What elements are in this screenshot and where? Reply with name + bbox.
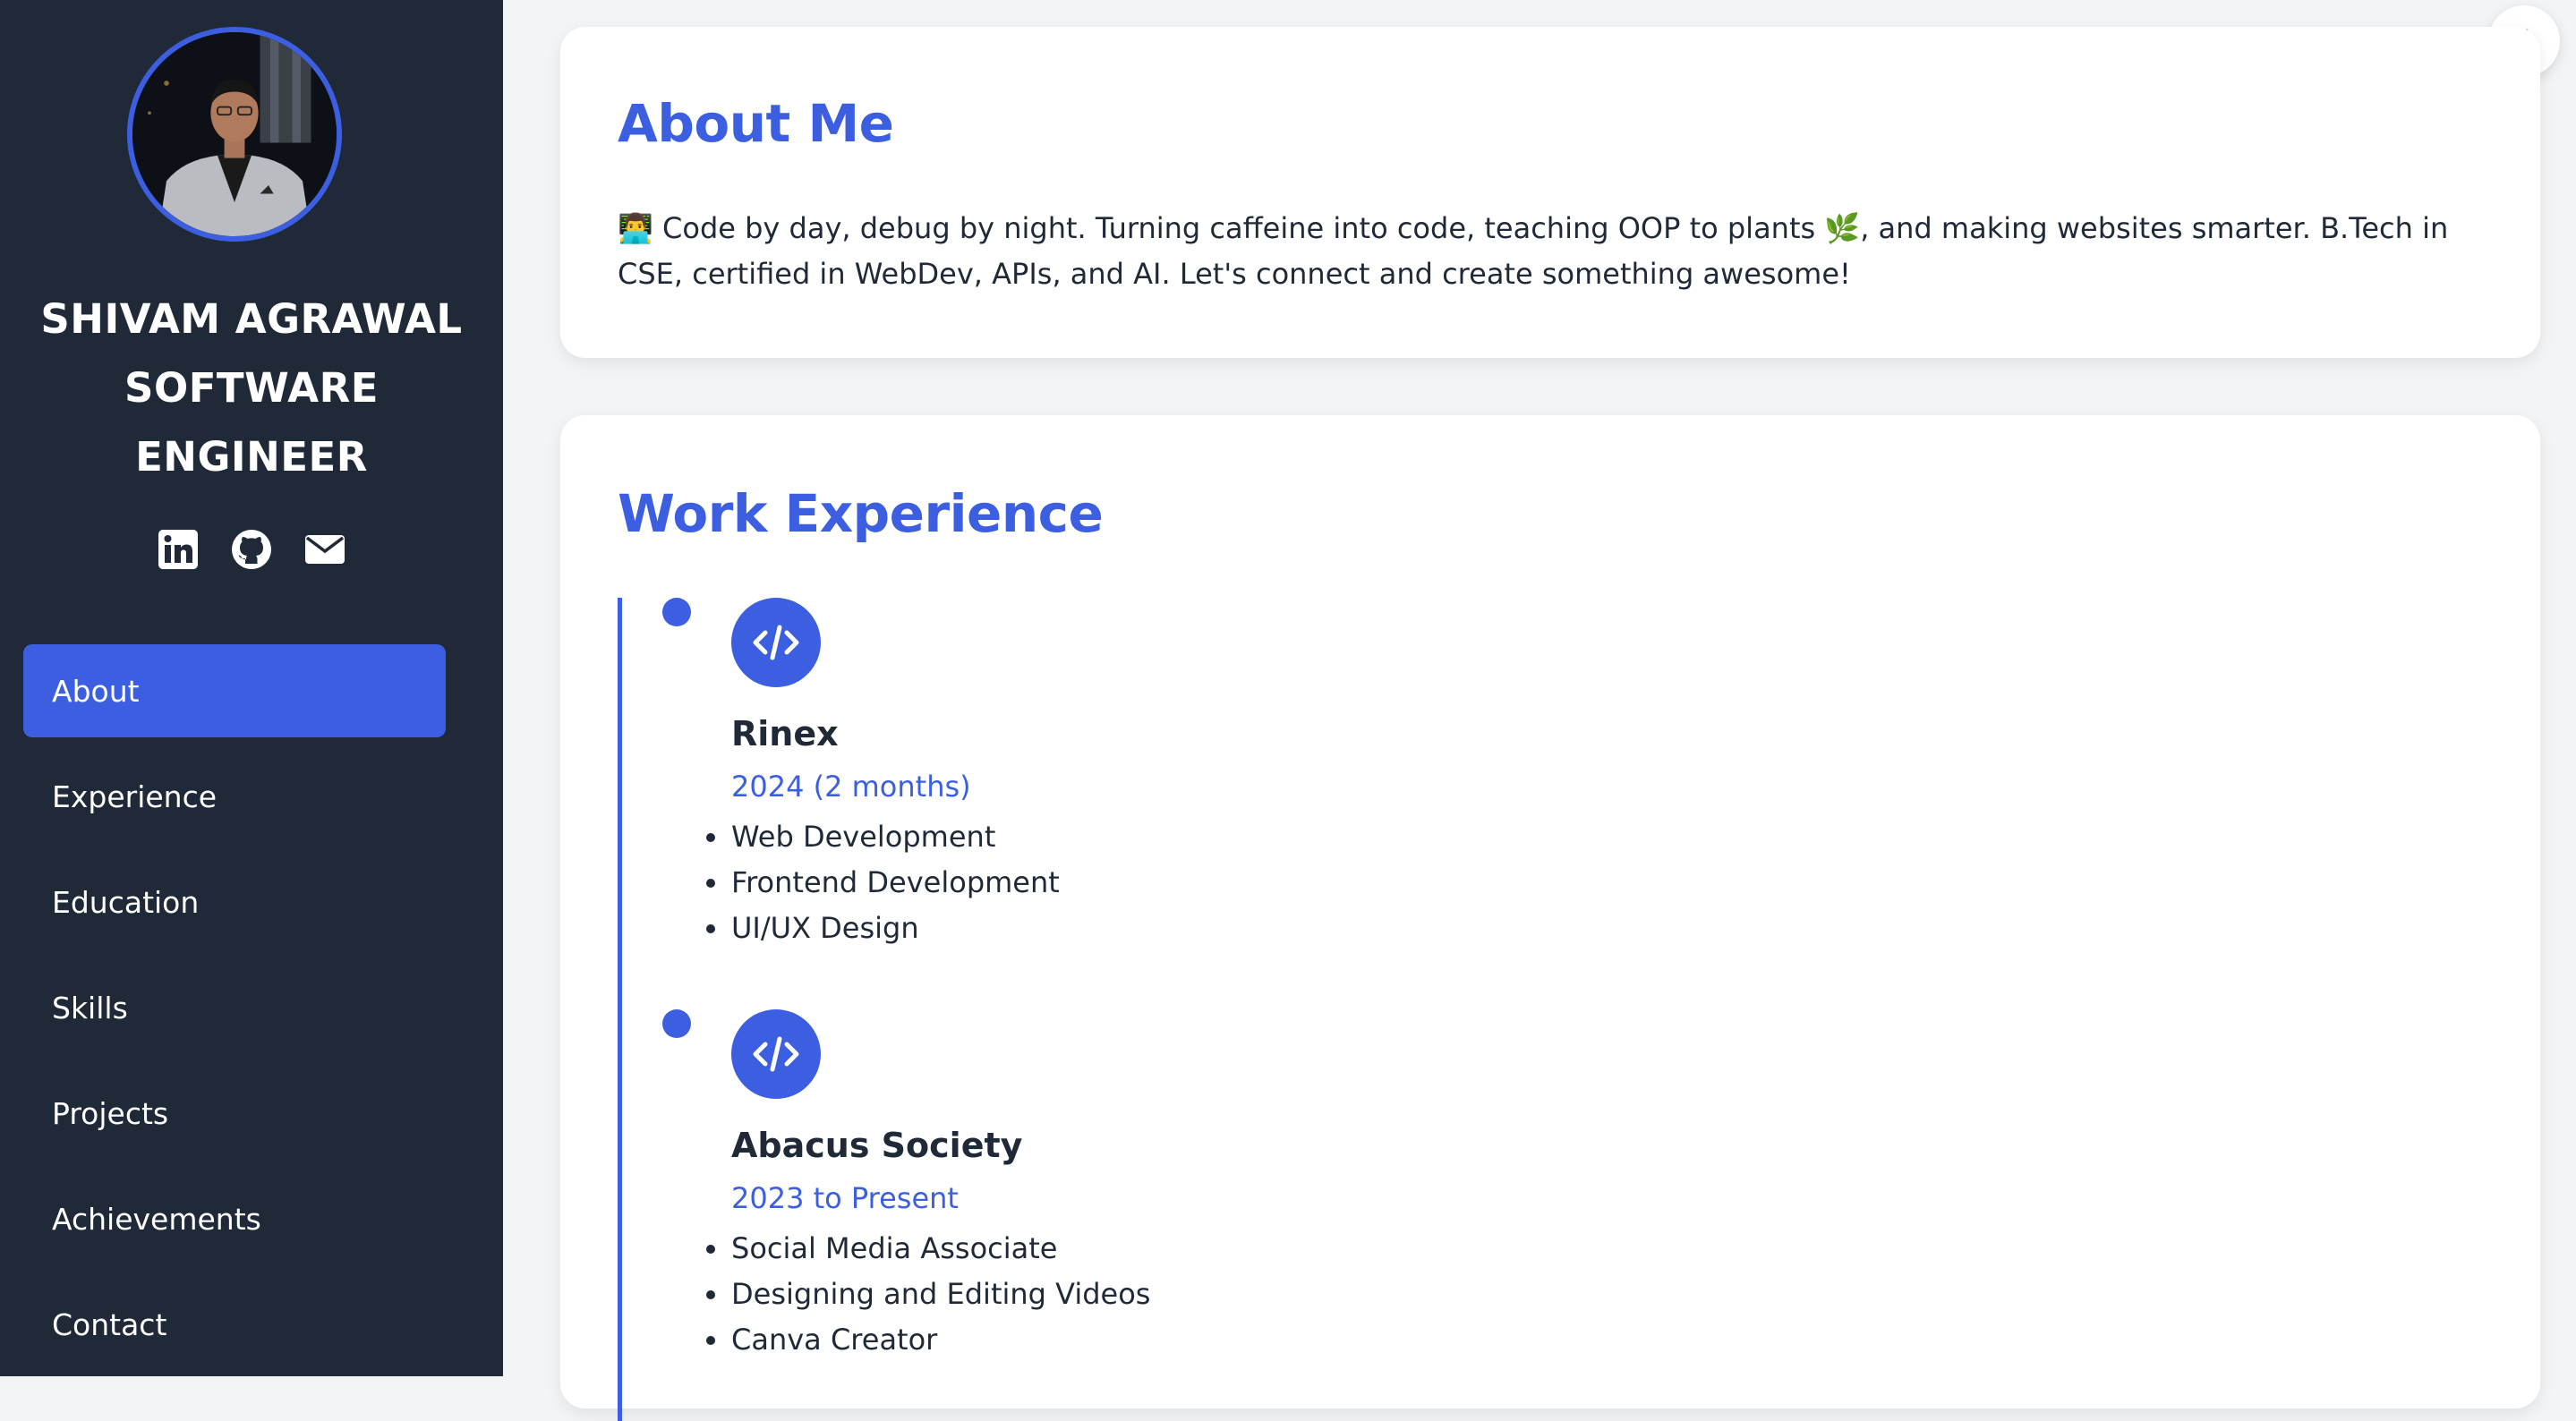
envelope-icon[interactable] — [303, 528, 346, 571]
nav-item-projects[interactable]: Projects — [23, 1067, 446, 1160]
nav-item-label: Achievements — [52, 1201, 261, 1237]
company-name: Abacus Society — [731, 1126, 1023, 1165]
nav-item-label: Experience — [52, 779, 218, 814]
title-line: SOFTWARE — [124, 364, 379, 412]
nav-item-label: Contact — [52, 1306, 167, 1342]
avatar — [127, 27, 342, 242]
employment-period: 2023 to Present — [731, 1181, 959, 1215]
about-section: About Me 👨‍💻 Code by day, debug by night… — [560, 27, 2540, 358]
experience-timeline: Rinex 2024 (2 months) Web Development Fr… — [618, 598, 2408, 1421]
sidebar: SHIVAM AGRAWAL SOFTWARE ENGINEER About E… — [0, 0, 503, 1376]
list-item: UI/UX Design — [706, 906, 1060, 951]
list-item: Social Media Associate — [705, 1226, 1150, 1272]
title-line: ENGINEER — [135, 433, 368, 481]
list-item: Frontend Development — [706, 860, 1060, 906]
about-text: 👨‍💻 Code by day, debug by night. Turning… — [618, 211, 2449, 291]
timeline-dot — [662, 598, 691, 626]
github-icon[interactable] — [230, 528, 273, 571]
code-icon — [731, 1009, 821, 1099]
list-item: Canva Creator — [705, 1317, 1150, 1363]
nav-item-experience[interactable]: Experience — [23, 750, 446, 843]
nav-item-label: Education — [52, 884, 200, 920]
nav-item-skills[interactable]: Skills — [23, 961, 446, 1054]
nav-item-contact[interactable]: Contact — [23, 1278, 446, 1371]
nav-item-education[interactable]: Education — [23, 855, 446, 949]
list-item: Designing and Editing Videos — [705, 1272, 1150, 1317]
timeline-dot — [662, 1009, 691, 1038]
profile-name: SHIVAM AGRAWAL SOFTWARE ENGINEER — [0, 285, 503, 491]
nav-item-about[interactable]: About — [23, 644, 446, 737]
employment-period: 2024 (2 months) — [731, 770, 971, 804]
nav-item-label: About — [52, 673, 140, 709]
profile-photo — [132, 32, 337, 236]
work-experience-title: Work Experience — [618, 483, 1104, 544]
nav-item-label: Skills — [52, 990, 128, 1025]
nav-item-achievements[interactable]: Achievements — [23, 1172, 446, 1265]
name-line: SHIVAM AGRAWAL — [40, 295, 463, 343]
linkedin-icon[interactable] — [157, 528, 200, 571]
sidebar-nav: About Experience Education Skills Projec… — [23, 644, 446, 1383]
responsibility-list: Web Development Frontend Development UI/… — [706, 814, 1060, 951]
code-icon — [731, 598, 821, 687]
company-name: Rinex — [731, 714, 839, 753]
list-item: Web Development — [706, 814, 1060, 860]
responsibility-list: Social Media Associate Designing and Edi… — [705, 1226, 1150, 1363]
about-title: About Me — [618, 93, 894, 154]
nav-item-label: Projects — [52, 1095, 169, 1131]
social-links — [0, 528, 503, 571]
work-experience-section: Work Experience Rinex 2024 (2 months) We… — [560, 415, 2540, 1421]
